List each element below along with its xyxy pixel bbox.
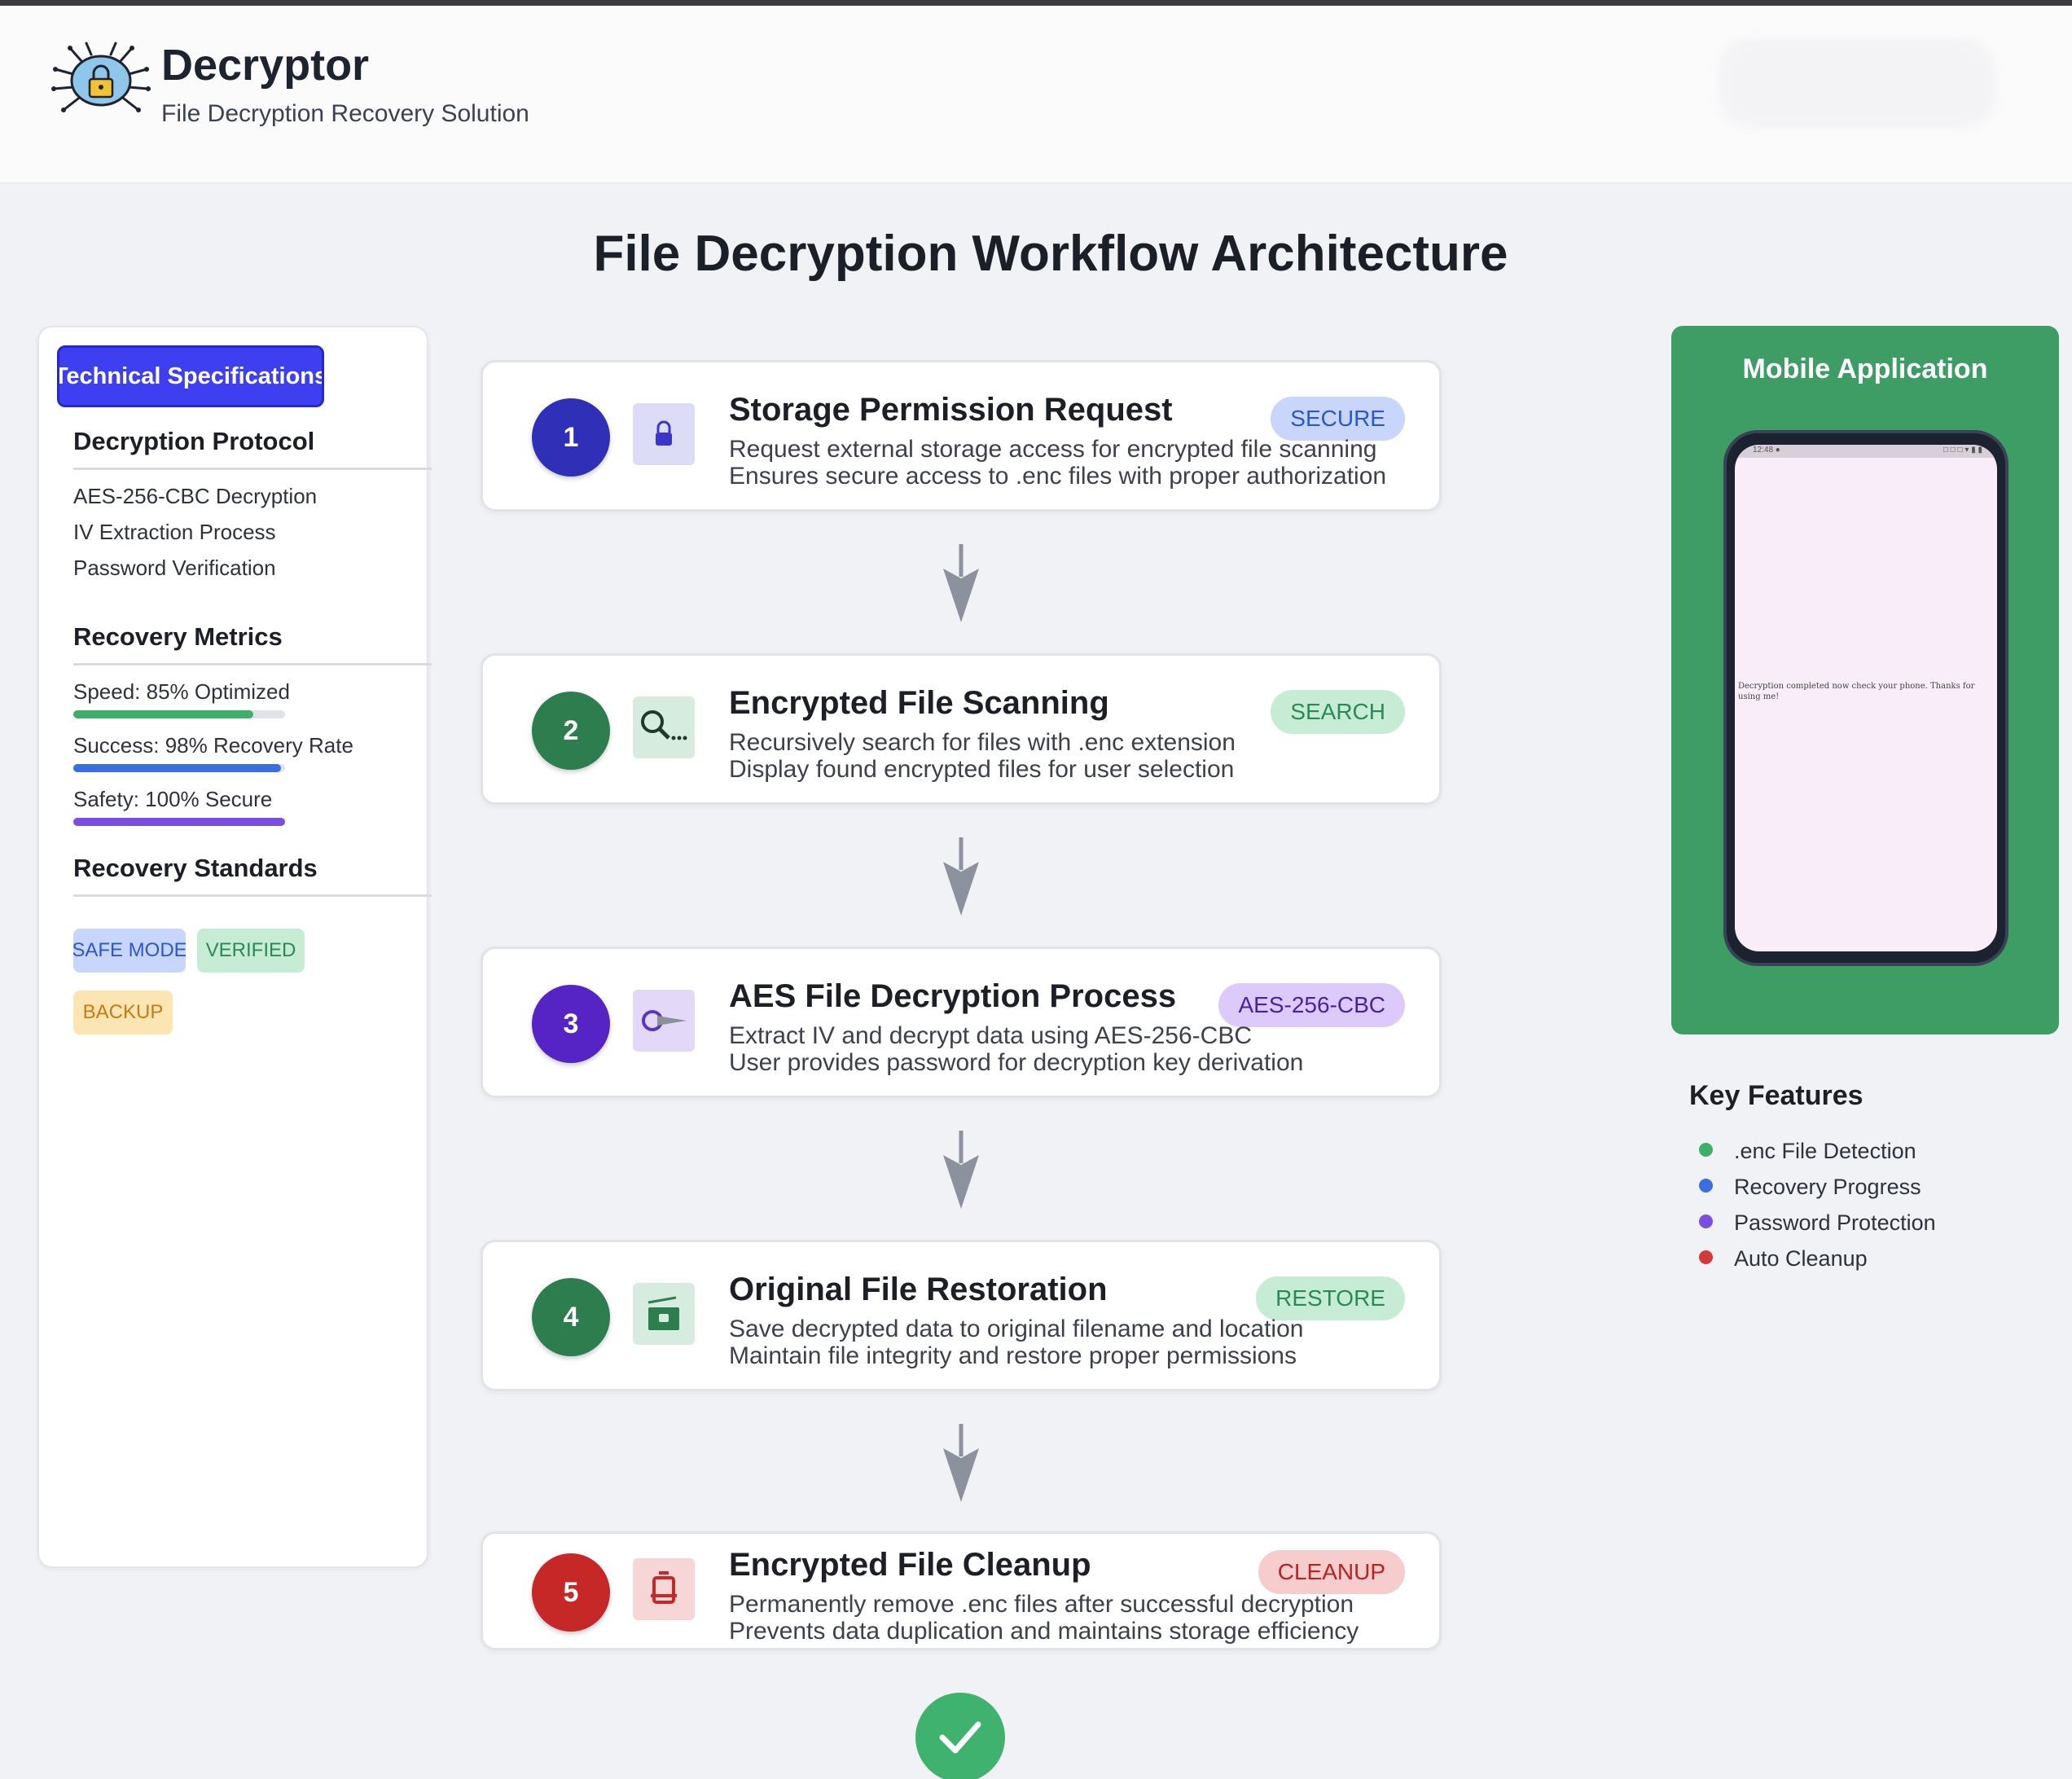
step-desc-line: Save decrypted data to original filename… <box>729 1316 1304 1342</box>
phone-status-bar: 12:48 ● □ □ □ ▾ ▮ ▮ <box>1735 445 1997 458</box>
bug-lock-logo-icon <box>51 42 151 112</box>
badge-backup: BACKUP <box>73 991 173 1034</box>
feature-label: .enc File Detection <box>1734 1139 1916 1163</box>
step-desc-line: Ensures secure access to .enc files with… <box>729 463 1387 490</box>
phone-message: Decryption completed now check your phon… <box>1738 682 1975 701</box>
step-number-badge: 3 <box>532 985 610 1063</box>
folder-icon <box>633 1283 695 1345</box>
step-title: Encrypted File Cleanup <box>729 1547 1091 1583</box>
technical-specifications-panel: Technical Specifications Decryption Prot… <box>37 326 432 1568</box>
divider <box>73 894 432 897</box>
header-blurred-region <box>1719 38 1995 128</box>
step-description: Request external storage access for encr… <box>729 436 1386 490</box>
step-desc-line: Extract IV and decrypt data using AES-25… <box>729 1022 1252 1049</box>
mobile-application-title: Mobile Application <box>1742 354 1988 384</box>
step-description: Recursively search for files with .enc e… <box>729 729 1236 783</box>
status-dot-icon <box>1699 1179 1713 1193</box>
status-dot-icon <box>1699 1143 1713 1157</box>
phone-mockup: 12:48 ● □ □ □ ▾ ▮ ▮ Decryption completed… <box>1723 430 2008 966</box>
step-tag-secure: SECURE <box>1271 397 1405 441</box>
tab-label: Technical Specifications <box>57 362 324 389</box>
step-tag-search: SEARCH <box>1271 690 1405 734</box>
badge-verified: VERIFIED <box>197 929 305 973</box>
arrow-down-icon <box>943 1131 979 1209</box>
step-description: Extract IV and decrypt data using AES-25… <box>729 1022 1303 1076</box>
feature-item: .enc File Detection <box>1699 1139 1916 1164</box>
status-dot-icon <box>1699 1250 1713 1264</box>
arrow-down-icon <box>943 837 979 916</box>
step-desc-line: Request external storage access for encr… <box>729 436 1377 463</box>
step-number-badge: 1 <box>532 398 610 477</box>
step-desc-line: Maintain file integrity and restore prop… <box>729 1342 1297 1369</box>
divider <box>73 468 432 470</box>
arrow-down-icon <box>943 544 979 622</box>
step-desc-line: User provides password for decryption ke… <box>729 1049 1304 1076</box>
key-features-title: Key Features <box>1689 1080 1863 1111</box>
step-number-badge: 5 <box>532 1553 610 1632</box>
page-title: File Decryption Workflow Architecture <box>593 226 1508 282</box>
app-title: Decryptor <box>161 41 370 90</box>
trash-icon <box>633 1558 695 1620</box>
protocol-item: IV Extraction Process <box>73 520 276 544</box>
completion-check-icon <box>915 1693 1005 1779</box>
feature-label: Password Protection <box>1734 1210 1936 1235</box>
feature-item: Password Protection <box>1699 1210 1936 1236</box>
step-title: AES File Decryption Process <box>729 978 1177 1014</box>
phone-screen: 12:48 ● □ □ □ ▾ ▮ ▮ Decryption completed… <box>1735 445 1997 951</box>
metric-speed-label: Speed: 85% Optimized <box>73 679 290 704</box>
step-description: Permanently remove .enc files after succ… <box>729 1591 1359 1645</box>
feature-label: Recovery Progress <box>1734 1175 1921 1199</box>
step-desc-line: Prevents data duplication and maintains … <box>729 1618 1359 1645</box>
arrow-down-icon <box>943 1424 979 1502</box>
step-tag-aes: AES-256-CBC <box>1218 983 1405 1027</box>
window-top-border <box>0 0 2072 6</box>
app-subtitle: File Decryption Recovery Solution <box>161 100 529 127</box>
metric-safety-label: Safety: 100% Secure <box>73 787 273 811</box>
key-icon <box>633 990 695 1052</box>
workflow-step-2[interactable]: 2 Encrypted File Scanning SEARCH Recursi… <box>481 653 1442 805</box>
feature-item: Recovery Progress <box>1699 1175 1921 1200</box>
step-title: Encrypted File Scanning <box>729 685 1109 721</box>
protocol-item: AES-256-CBC Decryption <box>73 484 318 508</box>
badge-safe-mode: SAFE MODE <box>73 929 186 973</box>
workflow-step-4[interactable]: 4 Original File Restoration RESTORE Save… <box>481 1240 1442 1391</box>
step-tag-restore: RESTORE <box>1256 1276 1405 1320</box>
divider <box>73 663 432 665</box>
status-icons: □ □ □ ▾ ▮ ▮ <box>1942 446 1982 455</box>
metric-safety-bar <box>73 818 285 826</box>
step-number-badge: 2 <box>532 692 610 770</box>
workflow-step-5[interactable]: 5 Encrypted File Cleanup CLEANUP Permane… <box>481 1531 1442 1650</box>
protocol-item: Password Verification <box>73 556 276 580</box>
step-desc-line: Display found encrypted files for user s… <box>729 756 1235 783</box>
app-header: Decryptor File Decryption Recovery Solut… <box>0 6 2072 183</box>
metric-success-label: Success: 98% Recovery Rate <box>73 733 353 758</box>
metric-success-bar <box>73 764 285 772</box>
step-desc-line: Permanently remove .enc files after succ… <box>729 1591 1354 1618</box>
mobile-application-panel: Mobile Application 12:48 ● □ □ □ ▾ ▮ ▮ D… <box>1671 326 2059 1034</box>
workflow-step-1[interactable]: 1 Storage Permission Request SECURE Requ… <box>481 360 1442 512</box>
recovery-metrics-title: Recovery Metrics <box>73 622 283 651</box>
step-desc-line: Recursively search for files with .enc e… <box>729 729 1236 756</box>
tab-technical-specifications[interactable]: Technical Specifications <box>57 345 324 407</box>
lock-icon <box>633 403 695 465</box>
feature-item: Auto Cleanup <box>1699 1246 1868 1272</box>
status-dot-icon <box>1699 1215 1713 1228</box>
workflow-step-3[interactable]: 3 AES File Decryption Process AES-256-CB… <box>481 947 1442 1098</box>
status-time: 12:48 ● <box>1753 446 1780 455</box>
feature-label: Auto Cleanup <box>1734 1246 1868 1271</box>
step-description: Save decrypted data to original filename… <box>729 1316 1303 1369</box>
search-icon <box>633 696 695 758</box>
step-title: Original File Restoration <box>729 1272 1108 1307</box>
step-number-badge: 4 <box>532 1278 610 1356</box>
step-tag-cleanup: CLEANUP <box>1258 1550 1405 1594</box>
recovery-standards-title: Recovery Standards <box>73 854 318 882</box>
step-title: Storage Permission Request <box>729 392 1173 428</box>
decryption-protocol-title: Decryption Protocol <box>73 427 315 455</box>
metric-speed-bar <box>73 710 285 718</box>
